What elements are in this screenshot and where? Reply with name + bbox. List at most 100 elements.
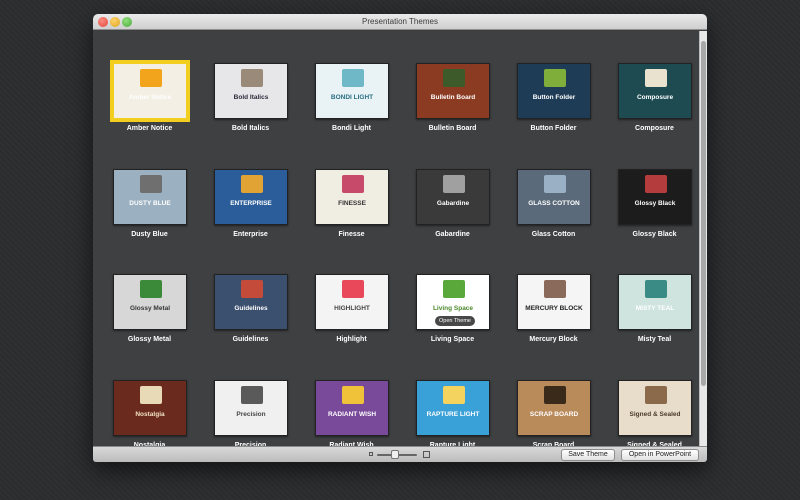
theme-thumbnail[interactable]: SCRAP BOARD bbox=[517, 379, 591, 436]
theme-item[interactable]: Glossy Black Glossy Black bbox=[604, 168, 705, 275]
theme-thumbnail-title: Living Space bbox=[432, 305, 474, 312]
open-in-powerpoint-button[interactable]: Open in PowerPoint bbox=[621, 449, 699, 461]
theme-preview-image bbox=[645, 385, 667, 404]
theme-thumbnail[interactable]: GLASS COTTON bbox=[517, 168, 591, 225]
theme-name-label: Bulletin Board bbox=[428, 125, 477, 132]
theme-preview-image bbox=[544, 174, 566, 193]
theme-thumbnail-title: Composure bbox=[636, 94, 674, 101]
theme-preview-image bbox=[645, 69, 667, 87]
theme-item[interactable]: Bulletin Board Bulletin Board bbox=[402, 63, 503, 169]
theme-thumbnail[interactable]: Button Folder bbox=[517, 63, 591, 119]
theme-thumbnail-title: GLASS COTTON bbox=[528, 199, 580, 207]
theme-thumbnail[interactable]: Bulletin Board bbox=[416, 63, 490, 119]
theme-thumbnail-title: Gabardine bbox=[436, 199, 470, 207]
theme-thumbnail[interactable]: ENTERPRISE bbox=[214, 168, 288, 225]
theme-name-label: Bondi Light bbox=[332, 125, 371, 132]
theme-thumbnail-title: FINESSE bbox=[338, 199, 366, 207]
theme-thumbnail-title: Amber Notice bbox=[128, 94, 172, 101]
zoom-out-icon[interactable] bbox=[369, 452, 373, 456]
theme-name-label: Enterprise bbox=[233, 230, 268, 238]
theme-thumbnail[interactable]: Composure bbox=[618, 63, 692, 119]
theme-thumbnail-title: RAPTURE LIGHT bbox=[426, 410, 480, 418]
theme-preview-image bbox=[443, 280, 465, 298]
theme-item[interactable]: Living Space Open Theme Living Space bbox=[402, 274, 503, 380]
theme-thumbnail[interactable]: FINESSE bbox=[315, 168, 389, 225]
theme-thumbnail-title: Button Folder bbox=[532, 94, 576, 101]
theme-item[interactable]: FINESSE Finesse bbox=[301, 168, 402, 275]
theme-thumbnail[interactable]: HIGHLIGHT bbox=[315, 274, 389, 330]
theme-preview-image bbox=[443, 385, 465, 404]
theme-thumbnail[interactable]: MERCURY BLOCK bbox=[517, 274, 591, 330]
theme-thumbnail[interactable]: DUSTY BLUE bbox=[113, 168, 187, 225]
theme-grid: Amber Notice Amber Notice Bold Italics Bold… bbox=[99, 60, 705, 462]
theme-name-label: Glass Cotton bbox=[531, 230, 576, 238]
theme-thumbnail-title: Guidelines bbox=[234, 305, 268, 312]
theme-thumbnail-title: MISTY TEAL bbox=[635, 305, 675, 312]
theme-thumbnail[interactable]: Nostalgia bbox=[113, 379, 187, 436]
theme-name-label: Living Space bbox=[430, 336, 475, 343]
theme-thumbnail[interactable]: Glossy Black bbox=[618, 168, 692, 225]
theme-preview-image bbox=[140, 385, 162, 404]
theme-preview-image bbox=[645, 280, 667, 298]
theme-thumbnail-title: Glossy Black bbox=[634, 199, 676, 207]
theme-thumbnail-title: SCRAP BOARD bbox=[529, 410, 579, 418]
theme-thumbnail[interactable]: RADIANT WISH bbox=[315, 379, 389, 436]
theme-item[interactable]: BONDI LIGHT Bondi Light bbox=[301, 63, 402, 169]
theme-item[interactable]: Glossy Metal Glossy Metal bbox=[99, 274, 200, 380]
theme-preview-image bbox=[241, 69, 263, 87]
theme-item[interactable]: Button Folder Button Folder bbox=[503, 63, 604, 169]
theme-preview-image bbox=[544, 280, 566, 298]
theme-name-label: Bold Italics bbox=[231, 125, 270, 132]
theme-thumbnail-title: Nostalgia bbox=[135, 410, 165, 418]
theme-thumbnail[interactable]: Precision bbox=[214, 379, 288, 436]
theme-item[interactable]: MERCURY BLOCK Mercury Block bbox=[503, 274, 604, 380]
theme-preview-image bbox=[140, 280, 162, 298]
theme-thumbnail[interactable]: Glossy Metal bbox=[113, 274, 187, 330]
theme-thumbnail-title: BONDI LIGHT bbox=[330, 94, 374, 101]
theme-item[interactable]: GLASS COTTON Glass Cotton bbox=[503, 168, 604, 275]
scrollbar-thumb[interactable] bbox=[701, 41, 706, 386]
theme-thumbnail-title: Bold Italics bbox=[233, 94, 269, 101]
theme-item[interactable]: MISTY TEAL Misty Teal bbox=[604, 274, 705, 380]
theme-name-label: Dusty Blue bbox=[131, 230, 168, 238]
theme-name-label: Glossy Black bbox=[632, 230, 677, 238]
theme-preview-image bbox=[342, 385, 364, 404]
theme-item[interactable]: Gabardine Gabardine bbox=[402, 168, 503, 275]
theme-item[interactable]: Amber Notice Amber Notice bbox=[99, 60, 200, 169]
zoom-slider-knob[interactable] bbox=[391, 450, 399, 459]
theme-thumbnail[interactable]: RAPTURE LIGHT bbox=[416, 379, 490, 436]
theme-name-label: Amber Notice bbox=[126, 125, 173, 132]
open-theme-button[interactable]: Open Theme bbox=[435, 316, 475, 326]
save-theme-button[interactable]: Save Theme bbox=[561, 449, 615, 461]
theme-thumbnail[interactable]: BONDI LIGHT bbox=[315, 63, 389, 119]
theme-item[interactable]: Composure Composure bbox=[604, 63, 705, 169]
zoom-in-icon[interactable] bbox=[423, 451, 430, 458]
theme-item[interactable]: Bold Italics Bold Italics bbox=[200, 63, 301, 169]
theme-thumbnail[interactable]: Guidelines bbox=[214, 274, 288, 330]
theme-thumbnail[interactable]: Gabardine bbox=[416, 168, 490, 225]
presentation-themes-window: Presentation Themes Amber Notice Amber No… bbox=[93, 14, 707, 462]
theme-thumbnail-title: RADIANT WISH bbox=[327, 410, 377, 418]
vertical-scrollbar[interactable] bbox=[699, 31, 707, 459]
theme-thumbnail[interactable]: Amber Notice bbox=[110, 60, 190, 122]
theme-item[interactable]: ENTERPRISE Enterprise bbox=[200, 168, 301, 275]
theme-thumbnail[interactable]: Signed & Sealed bbox=[618, 379, 692, 436]
theme-preview-image bbox=[544, 69, 566, 87]
bottom-toolbar: Save Theme Open in PowerPoint bbox=[93, 446, 707, 462]
window-title: Presentation Themes bbox=[362, 17, 438, 26]
theme-thumbnail[interactable]: Bold Italics bbox=[214, 63, 288, 119]
theme-thumbnail-title: DUSTY BLUE bbox=[129, 199, 171, 207]
theme-thumbnail-title: Bulletin Board bbox=[430, 94, 476, 101]
theme-name-label: Finesse bbox=[338, 230, 365, 238]
theme-thumbnail[interactable]: MISTY TEAL bbox=[618, 274, 692, 330]
theme-name-label: Mercury Block bbox=[529, 336, 578, 343]
theme-item[interactable]: Guidelines Guidelines bbox=[200, 274, 301, 380]
theme-preview-image bbox=[342, 174, 364, 193]
theme-name-label: Composure bbox=[635, 125, 674, 132]
title-bar[interactable]: Presentation Themes bbox=[93, 14, 707, 30]
theme-item[interactable]: HIGHLIGHT Highlight bbox=[301, 274, 402, 380]
theme-preview-image bbox=[443, 174, 465, 193]
theme-item[interactable]: DUSTY BLUE Dusty Blue bbox=[99, 168, 200, 275]
theme-name-label: Glossy Metal bbox=[127, 336, 172, 343]
theme-thumbnail[interactable]: Living Space Open Theme bbox=[416, 274, 490, 330]
